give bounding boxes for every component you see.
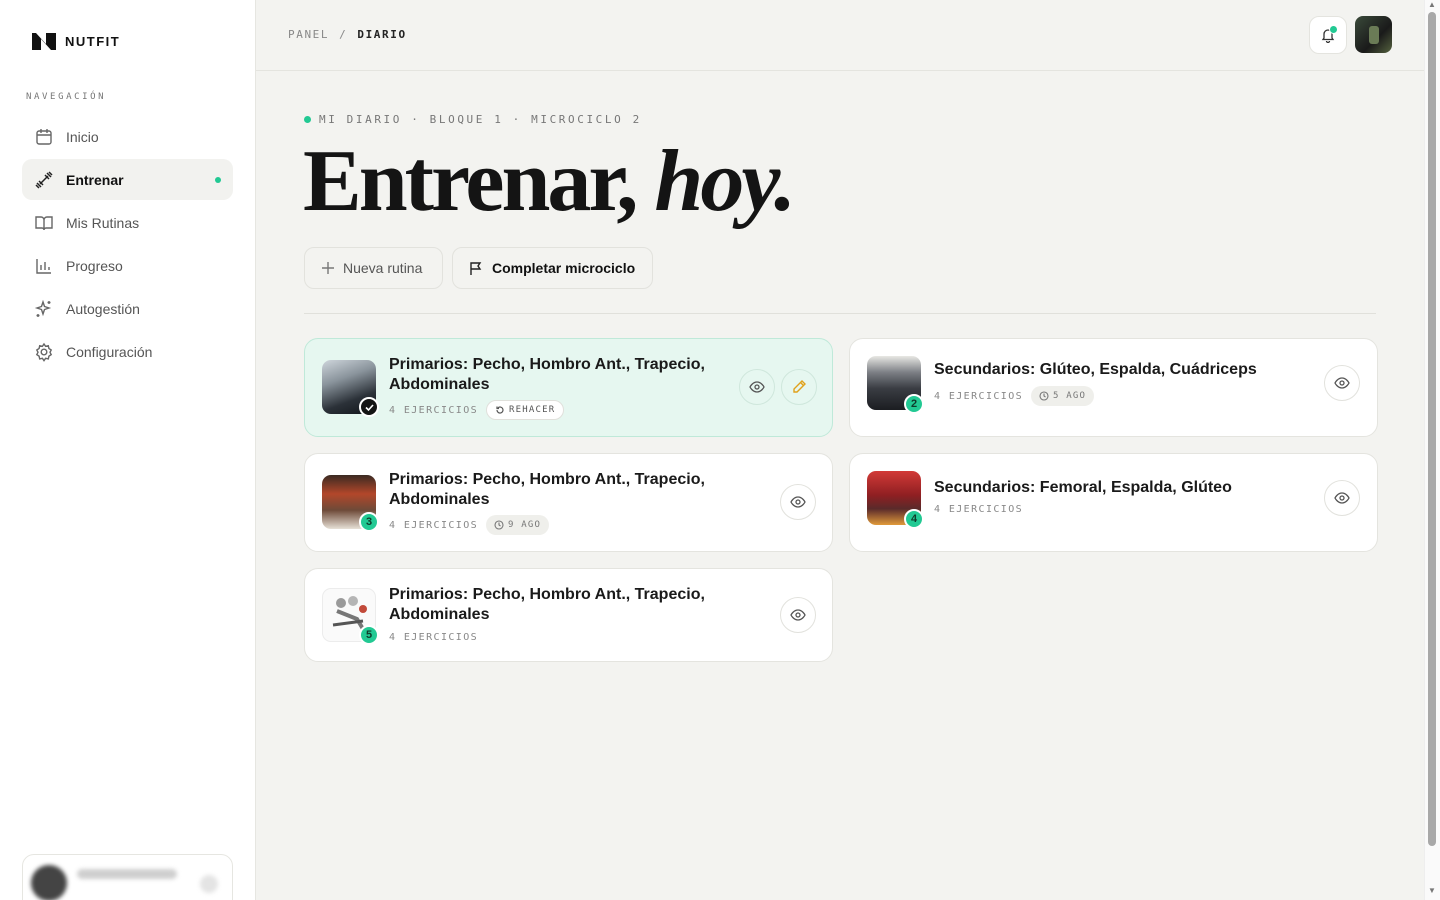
eye-icon	[790, 609, 806, 621]
sidebar-item-label: Autogestión	[66, 300, 140, 317]
routine-card[interactable]: 5 Primarios: Pecho, Hombro Ant., Trapeci…	[304, 568, 833, 662]
dumbbell-icon	[35, 170, 53, 189]
breadcrumb-panel[interactable]: PANEL	[288, 28, 329, 41]
clock-icon	[1039, 391, 1049, 401]
eye-icon	[749, 381, 765, 393]
clock-icon	[494, 520, 504, 530]
routine-title: Secundarios: Femoral, Espalda, Glúteo	[934, 479, 1232, 496]
routine-card[interactable]: Primarios: Pecho, Hombro Ant., Trapecio,…	[304, 338, 833, 437]
routine-order-badge: 4	[904, 509, 924, 529]
breadcrumb-diario: DIARIO	[357, 28, 407, 41]
routine-card[interactable]: 4 Secundarios: Femoral, Espalda, Glúteo …	[849, 453, 1378, 552]
page-title: Entrenar, hoy.	[303, 133, 796, 230]
eye-icon	[790, 496, 806, 508]
exercise-count: 4 EJERCICIOS	[389, 632, 479, 643]
sparkles-icon	[34, 299, 52, 317]
scroll-down-arrow-icon[interactable]: ▼	[1428, 887, 1436, 895]
gear-icon	[35, 342, 53, 362]
sidebar-item-label: Entrenar	[66, 171, 124, 188]
eyebrow-text: MI DIARIO · BLOQUE 1 · MICROCICLO 2	[319, 113, 642, 126]
avatar[interactable]	[1355, 16, 1392, 53]
complete-microcycle-button[interactable]: Completar microciclo	[452, 247, 653, 289]
nutfit-logo-icon	[32, 33, 56, 50]
routine-order-badge: 2	[904, 394, 924, 414]
routine-meta: 4 EJERCICIOS 9 AGO	[389, 515, 550, 535]
exercise-count: 4 EJERCICIOS	[389, 519, 479, 531]
top-header: PANEL / DIARIO	[256, 0, 1424, 71]
user-profile-card[interactable]	[22, 854, 233, 900]
view-routine-button[interactable]	[739, 369, 775, 405]
exercise-count: 4 EJERCICIOS	[934, 390, 1024, 402]
routine-card[interactable]: 3 Primarios: Pecho, Hombro Ant., Trapeci…	[304, 453, 833, 552]
view-routine-button[interactable]	[780, 484, 816, 520]
calendar-icon	[36, 128, 52, 145]
redo-label: REHACER	[509, 405, 556, 415]
routine-meta: 4 EJERCICIOS 5 AGO	[934, 386, 1095, 406]
notifications-button[interactable]	[1309, 16, 1347, 54]
eyebrow: MI DIARIO · BLOQUE 1 · MICROCICLO 2	[304, 113, 642, 126]
plus-icon	[322, 262, 334, 274]
eye-icon	[1334, 377, 1350, 389]
sidebar-item-entrenar[interactable]: Entrenar	[22, 159, 233, 200]
nav-section-label: NAVEGACIÓN	[26, 92, 107, 102]
sidebar-item-label: Mis Rutinas	[66, 214, 140, 231]
sidebar-item-progreso[interactable]: Progreso	[22, 245, 233, 286]
breadcrumb: PANEL / DIARIO	[288, 28, 407, 41]
notification-dot	[1329, 25, 1338, 34]
sidebar-nav: Inicio Entrenar Mis Rutinas Progreso Aut…	[22, 116, 233, 374]
status-dot	[304, 116, 311, 123]
chevron-icon	[200, 875, 218, 893]
bar-chart-icon	[36, 258, 51, 274]
logo[interactable]: NUTFIT	[30, 30, 120, 52]
redo-chip[interactable]: REHACER	[486, 400, 565, 420]
exercise-count: 4 EJERCICIOS	[389, 404, 479, 416]
view-routine-button[interactable]	[1324, 365, 1360, 401]
user-name-blurred	[77, 869, 177, 879]
routine-card[interactable]: 2 Secundarios: Glúteo, Espalda, Cuádrice…	[849, 338, 1378, 437]
routine-meta: 4 EJERCICIOS	[389, 632, 478, 643]
routine-meta: 4 EJERCICIOS REHACER	[389, 400, 565, 420]
routine-title: Primarios: Pecho, Hombro Ant., Trapecio,…	[389, 471, 705, 508]
completed-check-icon	[359, 397, 379, 417]
view-routine-button[interactable]	[1324, 480, 1360, 516]
complete-microcycle-label: Completar microciclo	[492, 260, 636, 276]
page-title-italic: hoy.	[654, 133, 796, 230]
breadcrumb-separator: /	[339, 28, 348, 41]
exercise-count: 4 EJERCICIOS	[934, 504, 1024, 515]
date-chip: 5 AGO	[1031, 386, 1095, 406]
routine-title: Primarios: Pecho, Hombro Ant., Trapecio,…	[389, 356, 705, 393]
sidebar-item-label: Progreso	[66, 257, 123, 274]
view-routine-button[interactable]	[780, 597, 816, 633]
sidebar-item-mis-rutinas[interactable]: Mis Rutinas	[22, 202, 233, 243]
date-chip: 9 AGO	[486, 515, 550, 535]
sidebar-item-inicio[interactable]: Inicio	[22, 116, 233, 157]
sidebar: NUTFIT NAVEGACIÓN Inicio Entrenar Mis Ru…	[0, 0, 256, 900]
scroll-up-arrow-icon[interactable]: ▲	[1428, 1, 1436, 9]
new-routine-button[interactable]: Nueva rutina	[304, 247, 443, 289]
eye-icon	[1334, 492, 1350, 504]
avatar	[31, 865, 67, 900]
new-routine-label: Nueva rutina	[343, 260, 423, 276]
sidebar-item-label: Inicio	[66, 128, 99, 145]
book-icon	[35, 215, 53, 230]
page-title-main: Entrenar,	[303, 133, 638, 230]
divider	[304, 313, 1376, 314]
flag-icon	[470, 261, 482, 275]
date-label: 9 AGO	[508, 520, 542, 530]
sidebar-item-configuracion[interactable]: Configuración	[22, 331, 233, 372]
sidebar-item-autogestion[interactable]: Autogestión	[22, 288, 233, 329]
active-indicator-dot	[215, 177, 221, 183]
edit-routine-button[interactable]	[781, 369, 817, 405]
routine-title: Secundarios: Glúteo, Espalda, Cuádriceps	[934, 361, 1257, 378]
routine-meta: 4 EJERCICIOS	[934, 504, 1023, 515]
routine-title: Primarios: Pecho, Hombro Ant., Trapecio,…	[389, 586, 705, 623]
brand-name: NUTFIT	[65, 33, 121, 49]
routine-order-badge: 5	[359, 625, 379, 645]
redo-icon	[496, 406, 504, 414]
sidebar-item-label: Configuración	[66, 343, 153, 360]
routine-order-badge: 3	[359, 512, 379, 532]
pencil-icon	[793, 380, 806, 393]
date-label: 5 AGO	[1053, 391, 1087, 401]
scrollbar-thumb[interactable]	[1428, 12, 1436, 846]
